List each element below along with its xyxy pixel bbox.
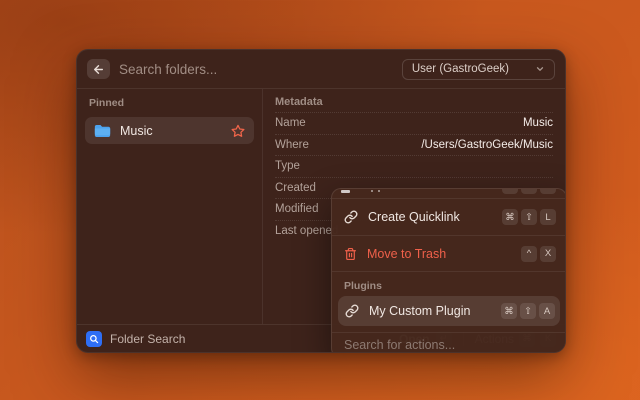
metadata-label: Last opened — [275, 225, 338, 237]
metadata-label: Name — [275, 117, 306, 129]
metadata-header: Metadata — [275, 92, 553, 112]
shortcut-keys: ⌘ ⇧ A — [501, 303, 555, 319]
folder-search-window: User (GastroGeek) Pinned Music — [76, 49, 566, 353]
actions-popup: Create Quicklink ⌘ ⇧ L Move to Trash ^ X — [331, 188, 566, 353]
sidebar-item-music[interactable]: Music — [85, 117, 254, 144]
link-icon — [345, 304, 359, 318]
metadata-value: Music — [523, 117, 553, 129]
shortcut-keys: ⌘ ⇧ L — [502, 209, 556, 225]
action-label: Move to Trash — [367, 247, 511, 261]
chevron-down-icon — [535, 64, 545, 74]
clipped-icon — [341, 190, 350, 193]
keycap-ctrl: ^ — [521, 246, 537, 262]
metadata-row-where: Where /Users/GastroGeek/Music — [275, 134, 553, 156]
action-create-quicklink[interactable]: Create Quicklink ⌘ ⇧ L — [332, 199, 566, 236]
clipped-keycap — [521, 189, 537, 194]
pin-star-icon[interactable] — [231, 124, 245, 138]
clipped-text-fragment — [371, 190, 373, 192]
actions-search — [332, 332, 566, 353]
metadata-label: Created — [275, 182, 316, 194]
sidebar: Pinned Music — [77, 89, 263, 324]
pinned-section-label: Pinned — [85, 95, 254, 112]
app-search-icon — [86, 331, 102, 347]
metadata-label: Where — [275, 139, 309, 151]
keycap-shift: ⇧ — [520, 303, 536, 319]
metadata-row-name: Name Music — [275, 112, 553, 134]
metadata-label: Type — [275, 160, 300, 172]
metadata-row-type: Type — [275, 155, 553, 177]
keycap-l: L — [540, 209, 556, 225]
clipped-keycap — [540, 189, 556, 194]
action-my-custom-plugin[interactable]: My Custom Plugin ⌘ ⇧ A — [338, 296, 560, 326]
metadata-value: /Users/GastroGeek/Music — [421, 139, 553, 151]
keycap-shift: ⇧ — [521, 209, 537, 225]
action-label: My Custom Plugin — [369, 304, 491, 318]
actions-search-input[interactable] — [344, 338, 554, 352]
action-move-to-trash[interactable]: Move to Trash ^ X — [332, 236, 566, 272]
window-body: Pinned Music Metadata — [77, 89, 565, 324]
desktop-wallpaper: User (GastroGeek) Pinned Music — [0, 0, 640, 400]
sidebar-item-label: Music — [120, 124, 222, 138]
keycap-cmd: ⌘ — [502, 209, 518, 225]
keycap-cmd: ⌘ — [501, 303, 517, 319]
search-input[interactable] — [119, 62, 402, 77]
window-header: User (GastroGeek) — [77, 50, 565, 89]
back-button[interactable] — [87, 59, 110, 79]
clipped-keycap — [502, 189, 518, 194]
metadata-label: Modified — [275, 203, 318, 215]
action-label: Create Quicklink — [368, 210, 492, 224]
keycap-a: A — [539, 303, 555, 319]
keycap-x: X — [540, 246, 556, 262]
shortcut-keys: ^ X — [521, 246, 556, 262]
clipped-action-row[interactable] — [332, 189, 566, 199]
arrow-left-icon — [92, 63, 105, 76]
plugins-section-label: Plugins — [332, 272, 566, 296]
clipped-text-fragment — [378, 190, 380, 192]
link-icon — [344, 210, 358, 224]
folder-icon — [94, 124, 111, 138]
user-dropdown-value: User (GastroGeek) — [412, 63, 509, 75]
user-dropdown[interactable]: User (GastroGeek) — [402, 59, 555, 80]
trash-icon — [344, 247, 357, 261]
